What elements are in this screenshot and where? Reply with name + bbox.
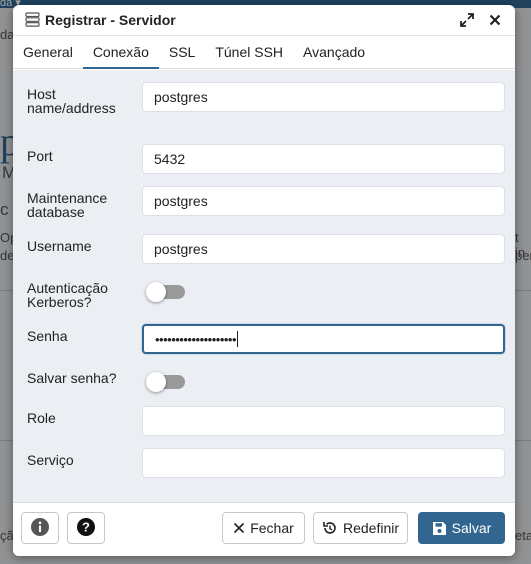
tab-tunel-ssh[interactable]: Túnel SSH (205, 36, 293, 69)
role-label: Role (27, 410, 56, 426)
kerberos-toggle[interactable] (146, 282, 185, 302)
info-icon (30, 517, 50, 540)
info-button[interactable] (21, 512, 59, 544)
port-label: Port (27, 148, 53, 164)
tab-ssl[interactable]: SSL (159, 36, 205, 69)
password-value: •••••••••••••••••••• (155, 331, 237, 347)
reset-button-label: Redefinir (342, 520, 400, 536)
toggle-knob (146, 372, 166, 392)
dialog-titlebar[interactable]: Registrar - Servidor (13, 5, 515, 36)
username-input[interactable]: postgres (142, 234, 505, 264)
svg-text:?: ? (82, 519, 90, 534)
tab-avancado[interactable]: Avançado (293, 36, 375, 69)
save-password-label: Salvar senha? (27, 370, 117, 386)
host-input[interactable]: postgres (142, 82, 505, 112)
tab-conexao[interactable]: Conexão (82, 36, 159, 69)
server-icon (25, 12, 41, 28)
close-button[interactable]: Fechar (222, 512, 305, 544)
dialog-title: Registrar - Servidor (45, 12, 176, 28)
help-icon: ? (76, 517, 96, 540)
close-button-label: Fechar (250, 520, 294, 536)
maintenance-database-input[interactable]: postgres (142, 186, 505, 216)
save-password-toggle[interactable] (146, 372, 185, 392)
expand-icon[interactable] (457, 10, 477, 30)
reset-icon (322, 520, 338, 536)
register-server-dialog: Registrar - Servidor General Conexão SSL… (13, 5, 515, 556)
toggle-knob (146, 282, 166, 302)
connection-form: Host name/address postgres Port 5432 Mai… (13, 70, 515, 502)
close-x-icon (233, 522, 245, 534)
username-label: Username (27, 238, 92, 254)
save-icon (432, 521, 447, 536)
password-label: Senha (27, 328, 68, 344)
tab-general[interactable]: General (13, 36, 83, 69)
reset-button[interactable]: Redefinir (313, 512, 408, 544)
host-label: Host name/address (27, 86, 116, 116)
service-input[interactable] (142, 448, 505, 478)
port-input[interactable]: 5432 (142, 144, 505, 174)
text-caret (237, 331, 239, 347)
close-icon[interactable] (485, 10, 505, 30)
save-button[interactable]: Salvar (418, 512, 505, 544)
help-button[interactable]: ? (67, 512, 105, 544)
save-button-label: Salvar (451, 520, 492, 536)
password-input[interactable]: •••••••••••••••••••• (142, 324, 505, 354)
dialog-footer: ? Fechar Redefinir Salvar (13, 502, 515, 556)
service-label: Serviço (27, 452, 74, 468)
maintenance-database-label: Maintenance database (27, 190, 108, 220)
tab-bar: General Conexão SSL Túnel SSH Avançado (13, 36, 515, 69)
kerberos-label: Autenticação Kerberos? (27, 280, 108, 310)
role-input[interactable] (142, 406, 505, 436)
